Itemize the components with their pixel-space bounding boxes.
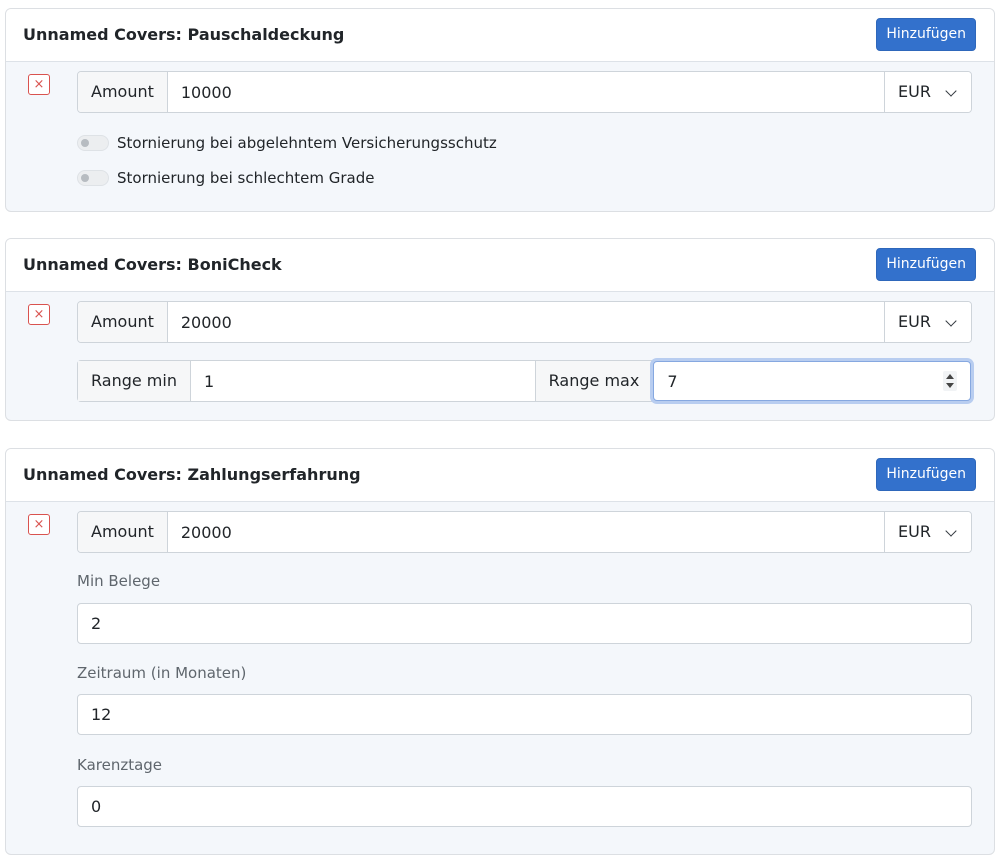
- remove-cover-button[interactable]: ×: [28, 304, 50, 325]
- card-header: Unnamed Covers: Zahlungserfahrung Hinzuf…: [6, 449, 994, 502]
- min-belege-input[interactable]: [77, 603, 972, 644]
- amount-input[interactable]: [167, 512, 884, 552]
- card-title: Unnamed Covers: BoniCheck: [23, 255, 282, 274]
- toggle-switch[interactable]: [77, 135, 109, 151]
- toggle-switch[interactable]: [77, 170, 109, 186]
- amount-input-group: Amount EUR: [77, 71, 972, 113]
- range-min-label: Range min: [78, 361, 191, 401]
- range-min-input[interactable]: [190, 361, 536, 401]
- range-input-group: Range min Range max: [77, 360, 972, 402]
- amount-input[interactable]: [167, 72, 884, 112]
- range-max-wrapper: [653, 361, 971, 401]
- toggle-knob: [81, 139, 89, 147]
- zeitraum-input[interactable]: [77, 694, 972, 735]
- range-max-input[interactable]: [653, 361, 971, 401]
- min-belege-label: Min Belege: [77, 572, 161, 590]
- cover-card-bonicheck: Unnamed Covers: BoniCheck Hinzufügen × A…: [5, 238, 995, 421]
- remove-cover-button[interactable]: ×: [28, 514, 50, 535]
- card-title: Unnamed Covers: Zahlungserfahrung: [23, 465, 361, 484]
- add-button[interactable]: Hinzufügen: [876, 458, 976, 491]
- chevron-down-icon: [945, 85, 957, 97]
- zeitraum-label: Zeitraum (in Monaten): [77, 664, 247, 682]
- card-header: Unnamed Covers: BoniCheck Hinzufügen: [6, 239, 994, 292]
- karenztage-label: Karenztage: [77, 756, 163, 774]
- add-button[interactable]: Hinzufügen: [876, 248, 976, 281]
- toggle-label: Stornierung bei schlechtem Grade: [117, 169, 375, 187]
- amount-label: Amount: [78, 72, 168, 112]
- currency-select[interactable]: EUR: [884, 512, 971, 552]
- karenztage-input[interactable]: [77, 786, 972, 827]
- amount-label: Amount: [78, 302, 168, 342]
- currency-value: EUR: [898, 522, 931, 541]
- amount-input[interactable]: [167, 302, 884, 342]
- amount-label: Amount: [78, 512, 168, 552]
- toggle-stornierung-abgelehnt[interactable]: Stornierung bei abgelehntem Versicherung…: [77, 134, 497, 152]
- card-header: Unnamed Covers: Pauschaldeckung Hinzufüg…: [6, 9, 994, 62]
- toggle-stornierung-grade[interactable]: Stornierung bei schlechtem Grade: [77, 169, 374, 187]
- range-max-label: Range max: [535, 361, 654, 401]
- add-button[interactable]: Hinzufügen: [876, 18, 976, 51]
- currency-value: EUR: [898, 82, 931, 101]
- amount-input-group: Amount EUR: [77, 511, 972, 553]
- cover-card-zahlungserfahrung: Unnamed Covers: Zahlungserfahrung Hinzuf…: [5, 448, 995, 855]
- card-title: Unnamed Covers: Pauschaldeckung: [23, 25, 345, 44]
- currency-select[interactable]: EUR: [884, 302, 971, 342]
- toggle-label: Stornierung bei abgelehntem Versicherung…: [117, 134, 497, 152]
- remove-cover-button[interactable]: ×: [28, 74, 50, 95]
- toggle-knob: [81, 174, 89, 182]
- amount-input-group: Amount EUR: [77, 301, 972, 343]
- chevron-down-icon: [945, 525, 957, 537]
- currency-value: EUR: [898, 312, 931, 331]
- spinner-arrows-icon[interactable]: [943, 371, 957, 391]
- chevron-down-icon: [945, 315, 957, 327]
- cover-card-pauschaldeckung: Unnamed Covers: Pauschaldeckung Hinzufüg…: [5, 8, 995, 212]
- currency-select[interactable]: EUR: [884, 72, 971, 112]
